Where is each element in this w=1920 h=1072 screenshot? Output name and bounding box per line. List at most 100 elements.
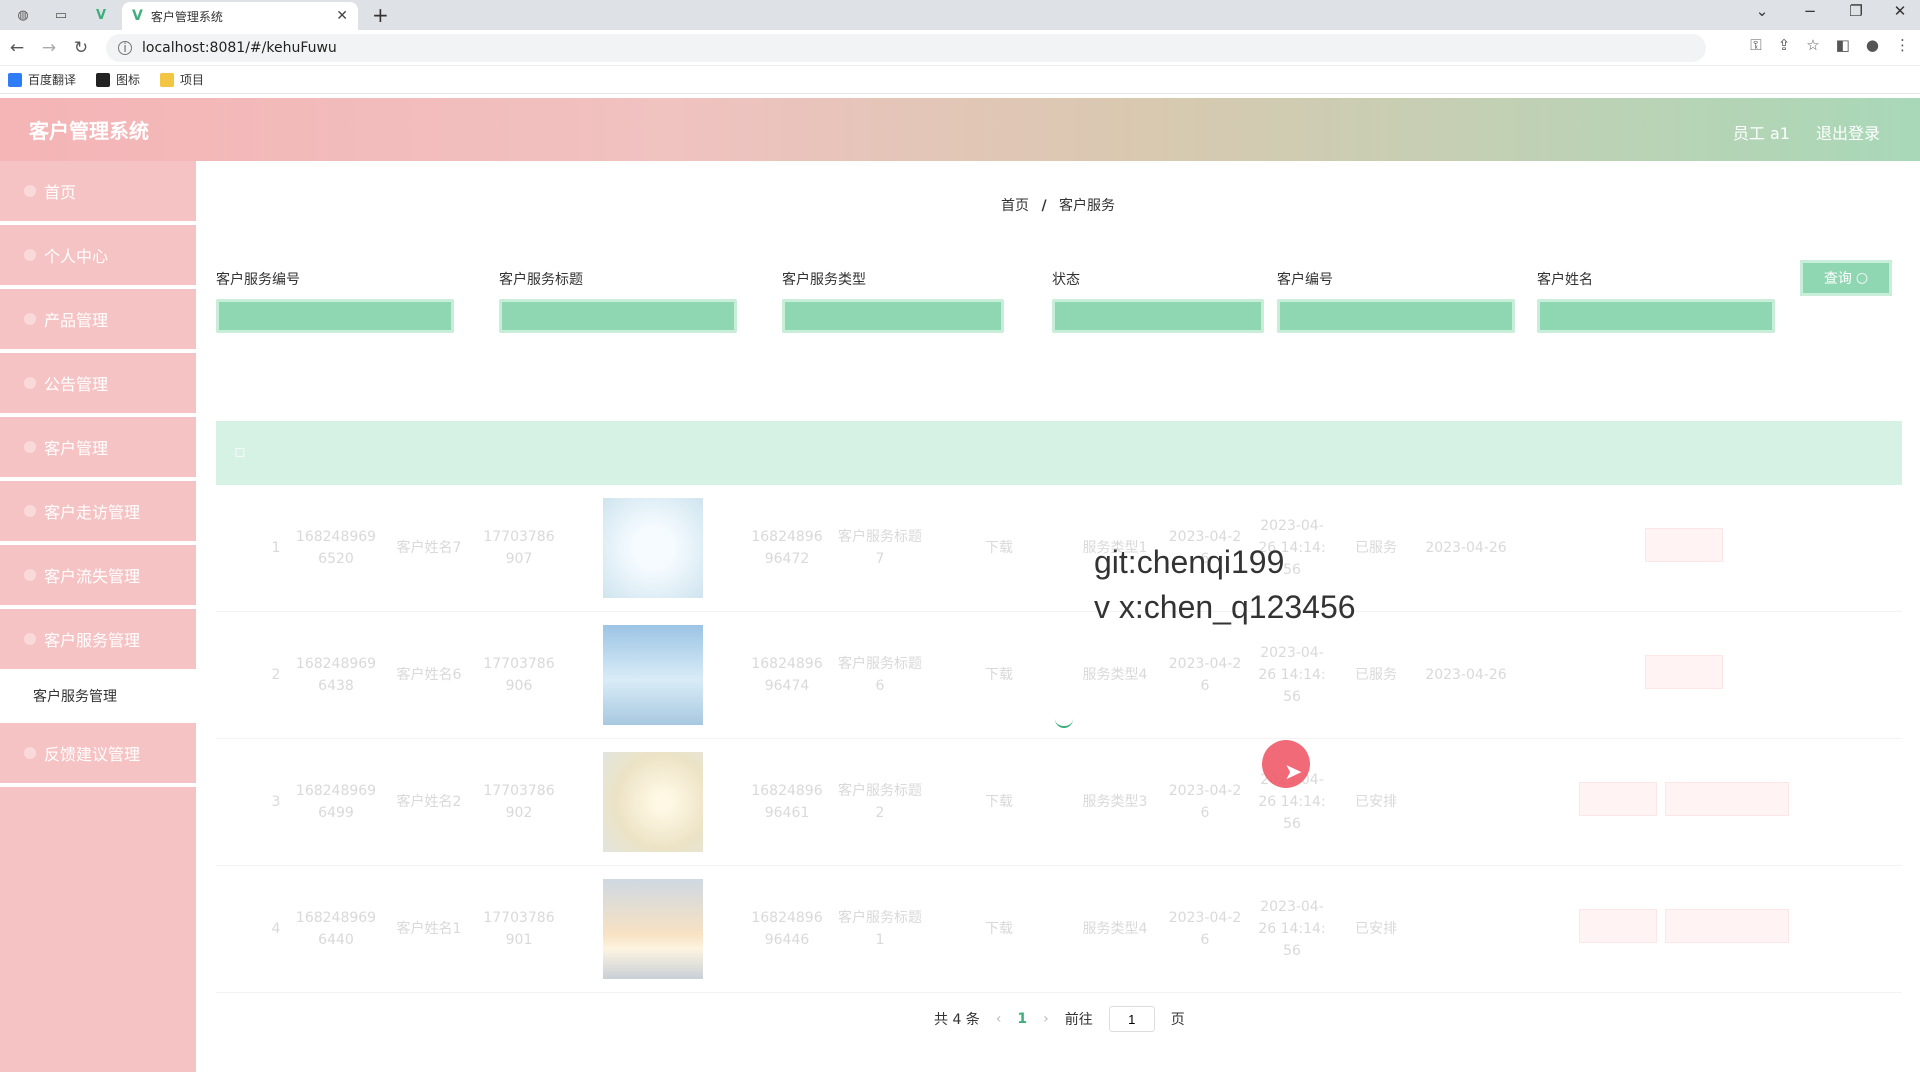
filter-label: 客户姓名 [1537,272,1593,288]
filter-service-type: 客户服务类型 [782,269,1004,333]
close-tab-icon[interactable]: ✕ [336,8,348,24]
restore-icon[interactable]: ❐ [1836,2,1876,20]
close-window-icon[interactable]: ✕ [1880,2,1920,20]
sidebar-item-feedback[interactable]: 反馈建议管理 [0,723,196,787]
page-number[interactable]: 1 [1017,1011,1027,1027]
service-title-input[interactable] [499,299,737,333]
cell-download-link[interactable]: 下载 [928,664,1070,686]
sidebar: 首页 个人中心 产品管理 公告管理 客户管理 客户走访管理 客户流失管理 客户服… [0,161,196,1072]
row-action-button[interactable] [1665,908,1789,943]
breadcrumb-separator: / [1041,198,1047,214]
table-header: ☐ [216,421,1902,485]
cell-download-link[interactable]: 下载 [928,791,1070,813]
cell-phone: 17703786901 [483,910,555,948]
cell-image [564,879,742,979]
sidebar-item-products[interactable]: 产品管理 [0,289,196,353]
bookmark-translate[interactable]: 百度翻译 [8,71,76,88]
globe-icon[interactable]: ◍ [8,4,38,26]
cell-customer-no: 1682489696440 [295,910,377,948]
customer-no-input[interactable] [1277,299,1515,333]
cell-phone: 17703786906 [483,656,555,694]
filter-status: 状态 [1052,269,1264,333]
tab-blank-icon[interactable]: ▭ [46,4,76,26]
menu-dot-icon [24,505,36,517]
key-icon[interactable]: ⚿ [1750,36,1761,54]
cell-datetime: 2023-04-26 14:14:56 [1258,899,1326,959]
filter-label: 客户服务标题 [499,272,583,288]
status-select[interactable] [1052,299,1264,333]
mouse-cursor-icon: ➤ [1284,760,1303,785]
forward-icon[interactable]: → [34,38,64,58]
cell-customer-name: 客户姓名2 [396,794,462,810]
minimize-icon[interactable]: − [1790,2,1830,20]
cell-customer-no: 1682489696438 [295,656,377,694]
profile-icon[interactable]: ● [1866,36,1879,54]
active-tab[interactable]: V 客户管理系统 ✕ [122,2,358,30]
reload-icon[interactable]: ↻ [66,38,96,58]
select-all-checkbox[interactable]: ☐ [216,446,264,460]
share-icon[interactable]: ⇪ [1778,36,1791,54]
user-label: 员工 a1 [1732,124,1790,143]
menu-icon[interactable]: ⋮ [1895,36,1910,54]
cell-service-no: 1682489696474 [751,656,823,694]
breadcrumb-home[interactable]: 首页 [1001,198,1029,214]
cell-service-date: 2023-04-26 [1425,540,1507,556]
table-row: 1 1682489696520 客户姓名7 17703786907 168248… [216,485,1902,612]
sidebar-item-label: 公告管理 [44,375,109,394]
prev-page-icon[interactable]: ‹ [996,1011,1002,1027]
tab-title: 客户管理系统 [150,9,223,24]
menu-dot-icon [24,633,36,645]
cell-download-link[interactable]: 下载 [928,537,1070,559]
vue-tab-icon[interactable]: V [86,4,116,26]
sidepanel-icon[interactable]: ◧ [1836,36,1850,54]
service-no-input[interactable] [216,299,454,333]
menu-dot-icon [24,441,36,453]
address-bar: ← → ↻ i localhost:8081/#/kehuFuwu ⚿ ⇪ ☆ … [0,30,1920,66]
sidebar-item-churn[interactable]: 客户流失管理 [0,545,196,609]
cell-customer-name: 客户姓名6 [396,667,462,683]
bookmark-icons[interactable]: 图标 [96,71,140,88]
query-button[interactable]: 查询 ○ [1800,260,1892,296]
back-icon[interactable]: ← [2,38,32,58]
bookmark-project[interactable]: 项目 [160,71,204,88]
sidebar-item-service[interactable]: 客户服务管理 [0,609,196,673]
sidebar-subitem-service[interactable]: 客户服务管理 [0,673,196,723]
site-info-icon[interactable]: i [118,40,132,55]
sidebar-item-visits[interactable]: 客户走访管理 [0,481,196,545]
row-action-button[interactable] [1579,908,1657,943]
cell-actions [1514,527,1854,569]
table-row: 4 1682489696440 客户姓名1 17703786901 168248… [216,866,1902,993]
sidebar-item-label: 产品管理 [44,311,109,330]
cell-index: 2 [271,667,281,683]
customer-name-input[interactable] [1537,299,1775,333]
cell-download-link[interactable]: 下载 [928,918,1070,940]
row-action-button[interactable] [1665,781,1789,816]
row-action-button[interactable] [1579,781,1657,816]
tab-search-icon[interactable]: ⌄ [1742,2,1782,20]
next-page-icon[interactable]: › [1043,1011,1049,1027]
sidebar-item-home[interactable]: 首页 [0,161,196,225]
menu-dot-icon [24,249,36,261]
cell-image [564,625,742,725]
sidebar-item-notices[interactable]: 公告管理 [0,353,196,417]
filter-label: 状态 [1052,272,1080,288]
row-action-button[interactable] [1645,527,1723,562]
goto-page-input[interactable] [1108,1006,1155,1032]
cell-datetime: 2023-04-26 14:14:56 [1258,645,1326,705]
filter-customer-name: 客户姓名 [1537,269,1775,333]
star-icon[interactable]: ☆ [1806,36,1819,54]
sidebar-item-profile[interactable]: 个人中心 [0,225,196,289]
cell-service-title: 客户服务标题6 [838,656,922,694]
row-action-button[interactable] [1645,654,1723,689]
new-tab-button[interactable]: + [372,3,389,27]
service-type-select[interactable] [782,299,1004,333]
url-input[interactable]: i localhost:8081/#/kehuFuwu [106,33,1706,62]
logout-button[interactable]: 退出登录 [1816,120,1880,144]
cell-status: 已安排 [1355,921,1397,937]
cell-date: 2023-04-26 [1168,910,1242,948]
app-header: 客户管理系统 员工 a1 退出登录 [0,98,1920,161]
sidebar-item-customers[interactable]: 客户管理 [0,417,196,481]
bookmark-label: 图标 [116,73,141,87]
sky-image [603,625,703,725]
sidebar-item-label: 客户走访管理 [44,503,141,522]
